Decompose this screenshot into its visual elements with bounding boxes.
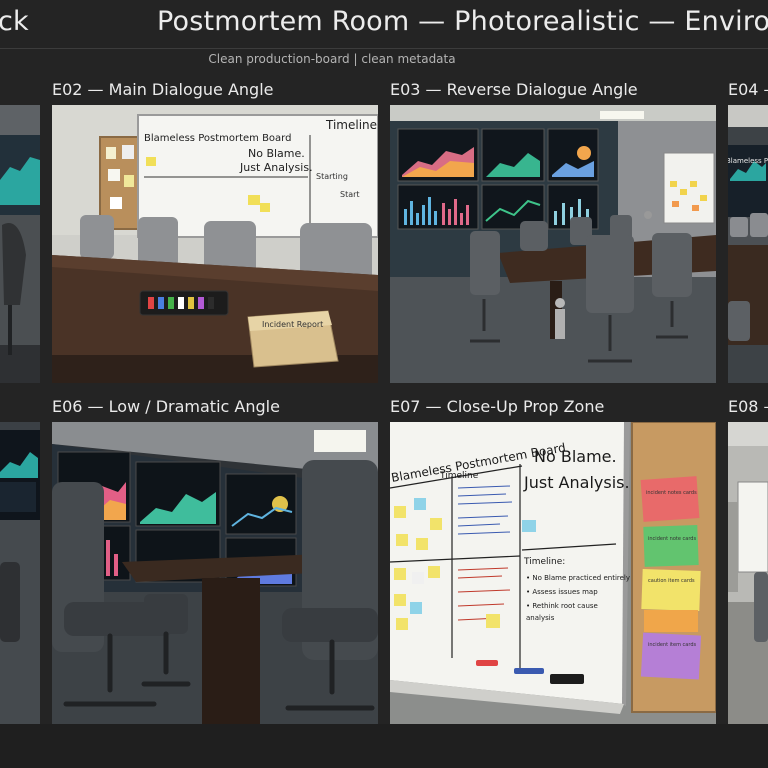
e02-board-quote-2: Just Analysis. [239,161,313,174]
shot-panel-left-partial-1[interactable] [0,105,40,383]
e07-item-4: analysis [526,614,555,622]
shot-label-e07: E07 — Close-Up Prop Zone [390,397,605,416]
shot-label-e03: E03 — Reverse Dialogue Angle [390,80,638,99]
shot-panel-e07[interactable]: Blameless Postmortem Board Timeline No B… [390,422,716,724]
e02-folder-label: Incident Report [262,320,323,329]
page-title: ck Postmortem Room — Photorealistic — En… [0,6,768,46]
e07-card-2: incident note cards [648,536,696,542]
bottom-bar [0,724,768,768]
page-subtitle: Clean production-board | clean metadata [208,52,456,66]
shot-label-e02: E02 — Main Dialogue Angle [52,80,274,99]
e07-card-1: incident notes cards [646,490,697,496]
title-main: Postmortem Room — Photorealistic — Envir… [157,6,768,37]
shot-panel-e02[interactable]: Blameless Postmortem Board Timeline No B… [52,105,378,383]
header-divider [0,48,768,49]
shot-panel-e06[interactable] [52,422,378,724]
shot-panel-left-partial-2[interactable] [0,422,40,724]
e07-card-3: caution item cards [648,578,695,584]
shot-label-e08: E08 — [728,397,768,416]
e04-board-fragment: Blameless Pos [728,157,768,165]
e07-timeline2-heading: Timeline: [523,557,565,567]
shot-panel-e03[interactable] [390,105,716,383]
e07-item-2: • Assess issues map [526,588,598,596]
shot-panel-e08[interactable] [728,422,768,724]
shot-label-e04: E04 — [728,80,768,99]
e07-card-4: incident item cards [648,642,697,648]
shot-label-e06: E06 — Low / Dramatic Angle [52,397,280,416]
e02-board-note-2: Start [340,190,360,199]
e07-item-3: • Rethink root cause [526,602,598,610]
shot-panel-e04[interactable]: Blameless Pos [728,105,768,383]
e02-board-quote-1: No Blame. [248,147,305,160]
e07-item-1: • No Blame practiced entirely [526,574,630,582]
e07-quote-2: Just Analysis. [523,473,630,492]
e02-board-title: Blameless Postmortem Board [144,133,291,144]
e07-timeline-heading: Timeline [439,471,479,481]
e02-board-heading: Timeline [325,118,377,132]
title-left-fragment: ck [0,6,29,37]
e07-quote-1: No Blame. [534,447,617,466]
e02-board-note-1: Starting [316,172,348,181]
